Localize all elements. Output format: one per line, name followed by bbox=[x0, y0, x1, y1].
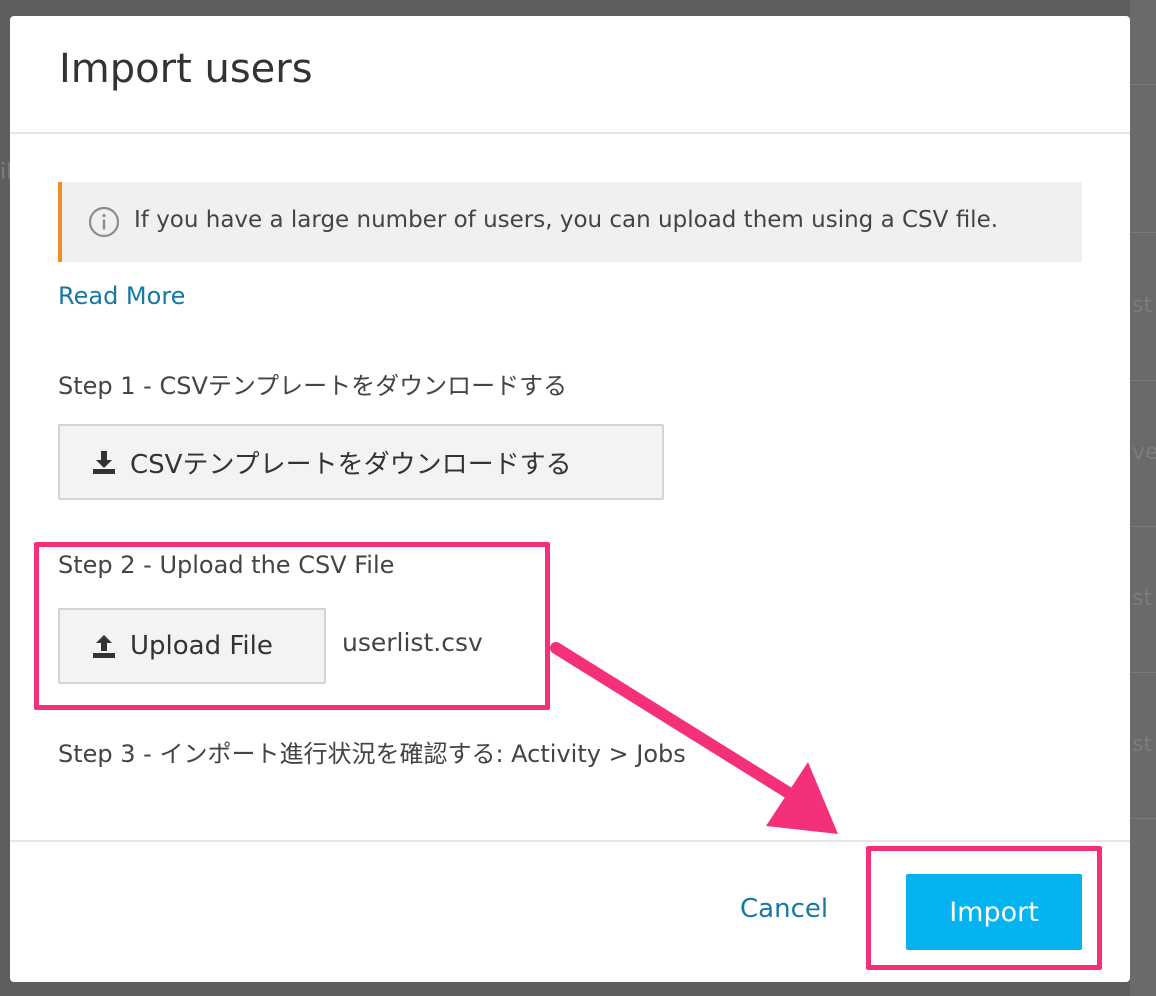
info-circle-icon bbox=[88, 206, 120, 238]
import-highlight-box bbox=[866, 846, 1102, 970]
background-text: il bbox=[0, 160, 10, 185]
step3-label: Step 3 - インポート進行状況を確認する: Activity > Jobs bbox=[58, 740, 686, 768]
download-icon bbox=[93, 451, 115, 474]
cancel-button[interactable]: Cancel bbox=[740, 894, 828, 924]
background-text: st l bbox=[1132, 293, 1156, 318]
read-more-link[interactable]: Read More bbox=[58, 282, 185, 310]
background-text: ver bbox=[1132, 440, 1156, 465]
background-divider bbox=[1130, 672, 1156, 673]
background-divider bbox=[1130, 84, 1156, 85]
background-text: st l bbox=[1132, 586, 1156, 611]
dialog-title: Import users bbox=[59, 46, 313, 92]
info-banner: If you have a large number of users, you… bbox=[58, 182, 1082, 262]
download-template-button[interactable]: CSVテンプレートをダウンロードする bbox=[58, 424, 664, 500]
background-divider bbox=[1130, 818, 1156, 819]
background-divider bbox=[1130, 380, 1156, 381]
header-divider bbox=[10, 132, 1130, 134]
background-divider bbox=[1130, 232, 1156, 233]
background-page: st l ver st l st l bbox=[1130, 0, 1156, 996]
background-text: st l bbox=[1132, 732, 1156, 757]
info-text: If you have a large number of users, you… bbox=[134, 207, 999, 233]
step2-highlight-box bbox=[34, 542, 550, 710]
step1-label: Step 1 - CSVテンプレートをダウンロードする bbox=[58, 372, 568, 400]
import-users-dialog: Import users If you have a large number … bbox=[10, 16, 1130, 982]
footer-divider bbox=[10, 840, 1130, 842]
background-divider bbox=[1130, 526, 1156, 527]
download-button-label: CSVテンプレートをダウンロードする bbox=[130, 449, 572, 480]
